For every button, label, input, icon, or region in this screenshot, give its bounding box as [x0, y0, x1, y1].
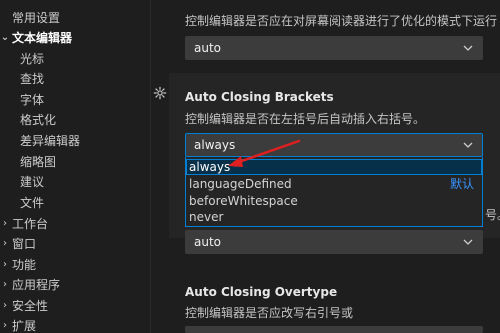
auto-closing-brackets-select[interactable]: always [185, 133, 483, 157]
tree-item-minimap[interactable]: 缩略图 [0, 152, 148, 172]
chevron-down-icon [463, 45, 473, 51]
tree-item-label: 缩略图 [20, 155, 57, 169]
option-label: never [189, 210, 224, 224]
tree-item-window[interactable]: › 窗口 [0, 234, 148, 254]
chevron-right-icon: › [3, 279, 7, 290]
dropdown-option-always[interactable]: always [186, 159, 482, 175]
tree-item-label: 文本编辑器 [12, 31, 73, 45]
select-value: auto [194, 235, 222, 249]
option-label: always [189, 160, 231, 174]
setting-description: 控制编辑器是否应改写右引号或 [185, 306, 354, 320]
default-tag: 默认 [449, 177, 474, 191]
tree-item-label: 窗口 [12, 237, 37, 251]
tree-item-extensions[interactable]: › 扩展 [0, 316, 148, 333]
dropdown-option-before-whitespace[interactable]: beforeWhitespace [186, 193, 482, 209]
tree-item-label: 格式化 [20, 113, 57, 127]
chevron-right-icon: › [3, 218, 7, 229]
select-value: always [194, 138, 236, 152]
tree-item-label: 建议 [20, 175, 45, 189]
tree-item-security[interactable]: › 安全性 [0, 296, 148, 316]
tree-item-text-editor[interactable]: ⌄ 文本编辑器 [0, 28, 148, 48]
tree-item-common[interactable]: 常用设置 [0, 8, 148, 28]
tree-item-diff-editor[interactable]: 差异编辑器 [0, 131, 148, 151]
setting-title: Auto Closing Overtype [185, 285, 338, 299]
setting-description: 控制编辑器是否应在对屏幕阅读器进行了优化的模式下运行 [185, 14, 498, 28]
tree-item-label: 功能 [12, 258, 37, 272]
chevron-right-icon: › [3, 238, 7, 249]
chevron-right-icon: › [3, 300, 7, 311]
overtype-select[interactable] [185, 326, 483, 333]
tree-item-label: 文件 [20, 196, 45, 210]
select-value: auto [194, 41, 222, 55]
setting-description-tail: 号。 [485, 208, 500, 222]
chevron-down-icon: ⌄ [0, 32, 10, 43]
tree-item-suggestions[interactable]: 建议 [0, 172, 148, 192]
tree-item-label: 查找 [20, 72, 45, 86]
tree-item-application[interactable]: › 应用程序 [0, 275, 148, 295]
chevron-right-icon: › [3, 320, 7, 331]
next-setting-select[interactable]: auto [185, 230, 483, 254]
option-label: languageDefined [189, 177, 292, 191]
chevron-down-icon [463, 239, 473, 245]
tree-item-font[interactable]: 字体 [0, 90, 148, 110]
tree-item-files[interactable]: 文件 [0, 193, 148, 213]
chevron-down-icon [463, 142, 473, 148]
dropdown-option-language-defined[interactable]: languageDefined 默认 [186, 176, 482, 192]
tree-item-find[interactable]: 查找 [0, 69, 148, 89]
tree-item-workbench[interactable]: › 工作台 [0, 214, 148, 234]
accessibility-select[interactable]: auto [185, 36, 483, 60]
setting-title: Auto Closing Brackets [185, 90, 334, 104]
settings-tree-sidebar: 常用设置 ⌄ 文本编辑器 光标 查找 字体 格式化 差异编辑器 缩略图 建议 文… [0, 0, 148, 333]
chevron-right-icon: › [3, 259, 7, 270]
gear-icon[interactable] [153, 86, 167, 100]
settings-window: 常用设置 ⌄ 文本编辑器 光标 查找 字体 格式化 差异编辑器 缩略图 建议 文… [0, 0, 500, 333]
tree-item-label: 工作台 [12, 217, 49, 231]
tree-item-label: 光标 [20, 52, 45, 66]
dropdown-option-never[interactable]: never [186, 209, 482, 225]
tree-item-cursor[interactable]: 光标 [0, 49, 148, 69]
setting-description: 控制编辑器是否在左括号后自动插入右括号。 [185, 112, 426, 126]
option-label: beforeWhitespace [189, 194, 298, 208]
tree-item-label: 扩展 [12, 319, 37, 333]
tree-item-label: 差异编辑器 [20, 134, 81, 148]
tree-item-label: 安全性 [12, 299, 49, 313]
auto-closing-brackets-dropdown: always languageDefined 默认 beforeWhitespa… [185, 157, 483, 227]
tree-item-formatting[interactable]: 格式化 [0, 110, 148, 130]
tree-item-label: 字体 [20, 93, 45, 107]
tree-item-features[interactable]: › 功能 [0, 255, 148, 275]
tree-item-label: 常用设置 [12, 11, 61, 25]
tree-item-label: 应用程序 [12, 278, 61, 292]
